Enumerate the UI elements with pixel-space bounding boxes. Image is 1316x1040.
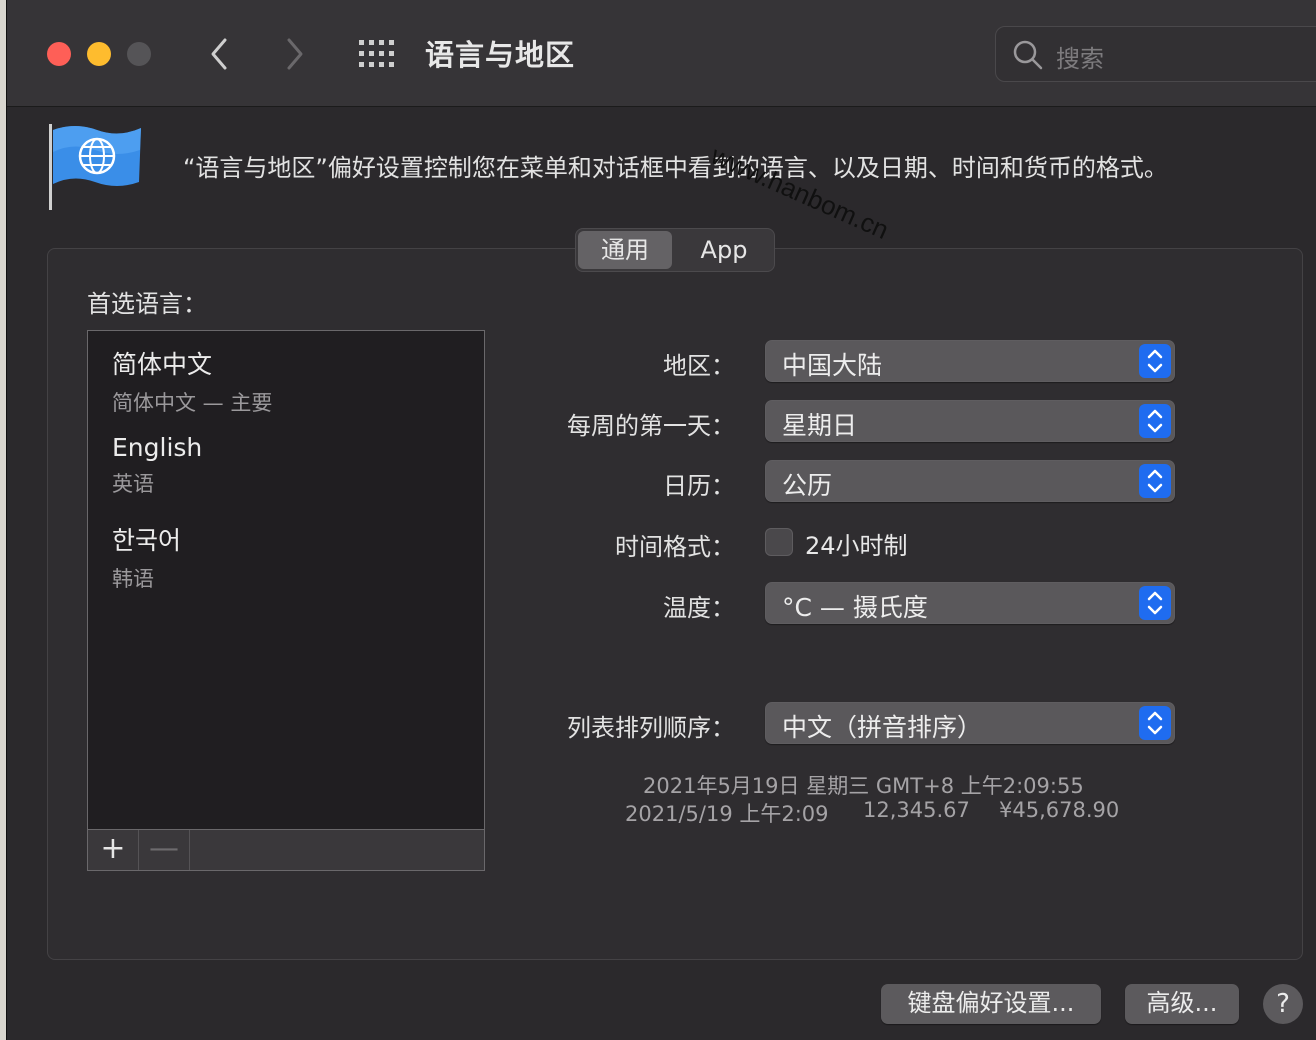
list-sort-value: 中文（拼音排序） — [782, 713, 983, 742]
add-language-button[interactable]: + — [88, 830, 139, 870]
first-day-select[interactable]: 星期日 — [765, 400, 1175, 442]
tab-general[interactable]: 通用 — [578, 231, 672, 269]
chevron-right-icon — [287, 38, 303, 70]
up-down-arrows-icon — [1139, 464, 1171, 498]
sample-short-date: 2021/5/19 上午2:09 — [625, 802, 829, 826]
calendar-label: 日历： — [663, 472, 735, 500]
zoom-button[interactable] — [127, 42, 151, 66]
language-subtitle: 简体中文 — 主要 — [112, 391, 273, 415]
sample-currency: ¥45,678.90 — [999, 798, 1120, 822]
up-down-arrows-icon — [1139, 586, 1171, 620]
tab-bar: 通用 App — [575, 228, 775, 272]
pane-description: “语言与地区”偏好设置控制您在菜单和对话框中看到的语言、以及日期、时间和货币的格… — [183, 154, 1168, 182]
temperature-value: °C — 摄氏度 — [782, 593, 928, 622]
keyboard-preferences-button[interactable]: 键盘偏好设置... — [881, 984, 1101, 1024]
temperature-label: 温度： — [663, 594, 735, 622]
language-name: English — [112, 433, 203, 462]
tab-app[interactable]: App — [676, 229, 772, 271]
first-day-value: 星期日 — [782, 411, 858, 440]
list-item[interactable]: 简体中文 简体中文 — 主要 — [112, 345, 272, 417]
show-all-button[interactable] — [357, 38, 397, 70]
24-hour-checkbox[interactable] — [765, 528, 793, 556]
list-item[interactable]: 한국어 韩语 — [112, 521, 181, 593]
up-down-arrows-icon — [1139, 706, 1171, 740]
24-hour-label[interactable]: 24小时制 — [805, 526, 908, 561]
preferences-window: 语言与地区 搜索 “语言与地区”偏好设置控制您在菜单和对话框中看到的语言、以及日… — [6, 0, 1316, 1040]
advanced-button[interactable]: 高级... — [1125, 984, 1239, 1024]
up-down-arrows-icon — [1139, 404, 1171, 438]
time-format-label: 时间格式： — [615, 533, 735, 561]
language-name: 简体中文 — [112, 350, 213, 379]
up-down-arrows-icon — [1139, 344, 1171, 378]
remove-language-button[interactable]: — — [139, 830, 190, 870]
minimize-button[interactable] — [87, 42, 111, 66]
calendar-value: 公历 — [782, 471, 833, 500]
list-sort-select[interactable]: 中文（拼音排序） — [765, 702, 1175, 744]
language-subtitle: 英语 — [112, 472, 154, 496]
sample-full-date: 2021年5月19日 星期三 GMT+8 上午2:09:55 — [643, 774, 1084, 798]
language-name: 한국어 — [112, 526, 182, 555]
language-list[interactable]: 简体中文 简体中文 — 主要 English 英语 한국어 韩语 — [87, 330, 485, 830]
search-input[interactable]: 搜索 — [995, 26, 1316, 82]
window-title: 语言与地区 — [425, 38, 576, 72]
first-day-label: 每周的第一天： — [567, 412, 735, 440]
help-button[interactable]: ? — [1263, 984, 1303, 1024]
titlebar: 语言与地区 搜索 — [7, 0, 1316, 107]
temperature-select[interactable]: °C — 摄氏度 — [765, 582, 1175, 624]
region-value: 中国大陆 — [782, 351, 883, 380]
chevron-left-icon — [211, 38, 227, 70]
list-sort-label: 列表排列顺序： — [567, 714, 735, 742]
search-placeholder: 搜索 — [1056, 45, 1104, 73]
back-button[interactable] — [205, 34, 235, 74]
list-item[interactable]: English 英语 — [112, 433, 202, 498]
globe-flag-icon — [49, 124, 141, 210]
region-select[interactable]: 中国大陆 — [765, 340, 1175, 382]
preferred-languages-label: 首选语言： — [87, 290, 207, 318]
close-button[interactable] — [47, 42, 71, 66]
forward-button[interactable] — [279, 34, 309, 74]
grid-icon — [359, 40, 394, 67]
sample-number: 12,345.67 — [863, 798, 970, 822]
calendar-select[interactable]: 公历 — [765, 460, 1175, 502]
search-icon — [1013, 40, 1043, 70]
language-subtitle: 韩语 — [112, 567, 154, 591]
region-label: 地区： — [663, 352, 735, 380]
language-list-toolbar: + — — [87, 830, 485, 871]
